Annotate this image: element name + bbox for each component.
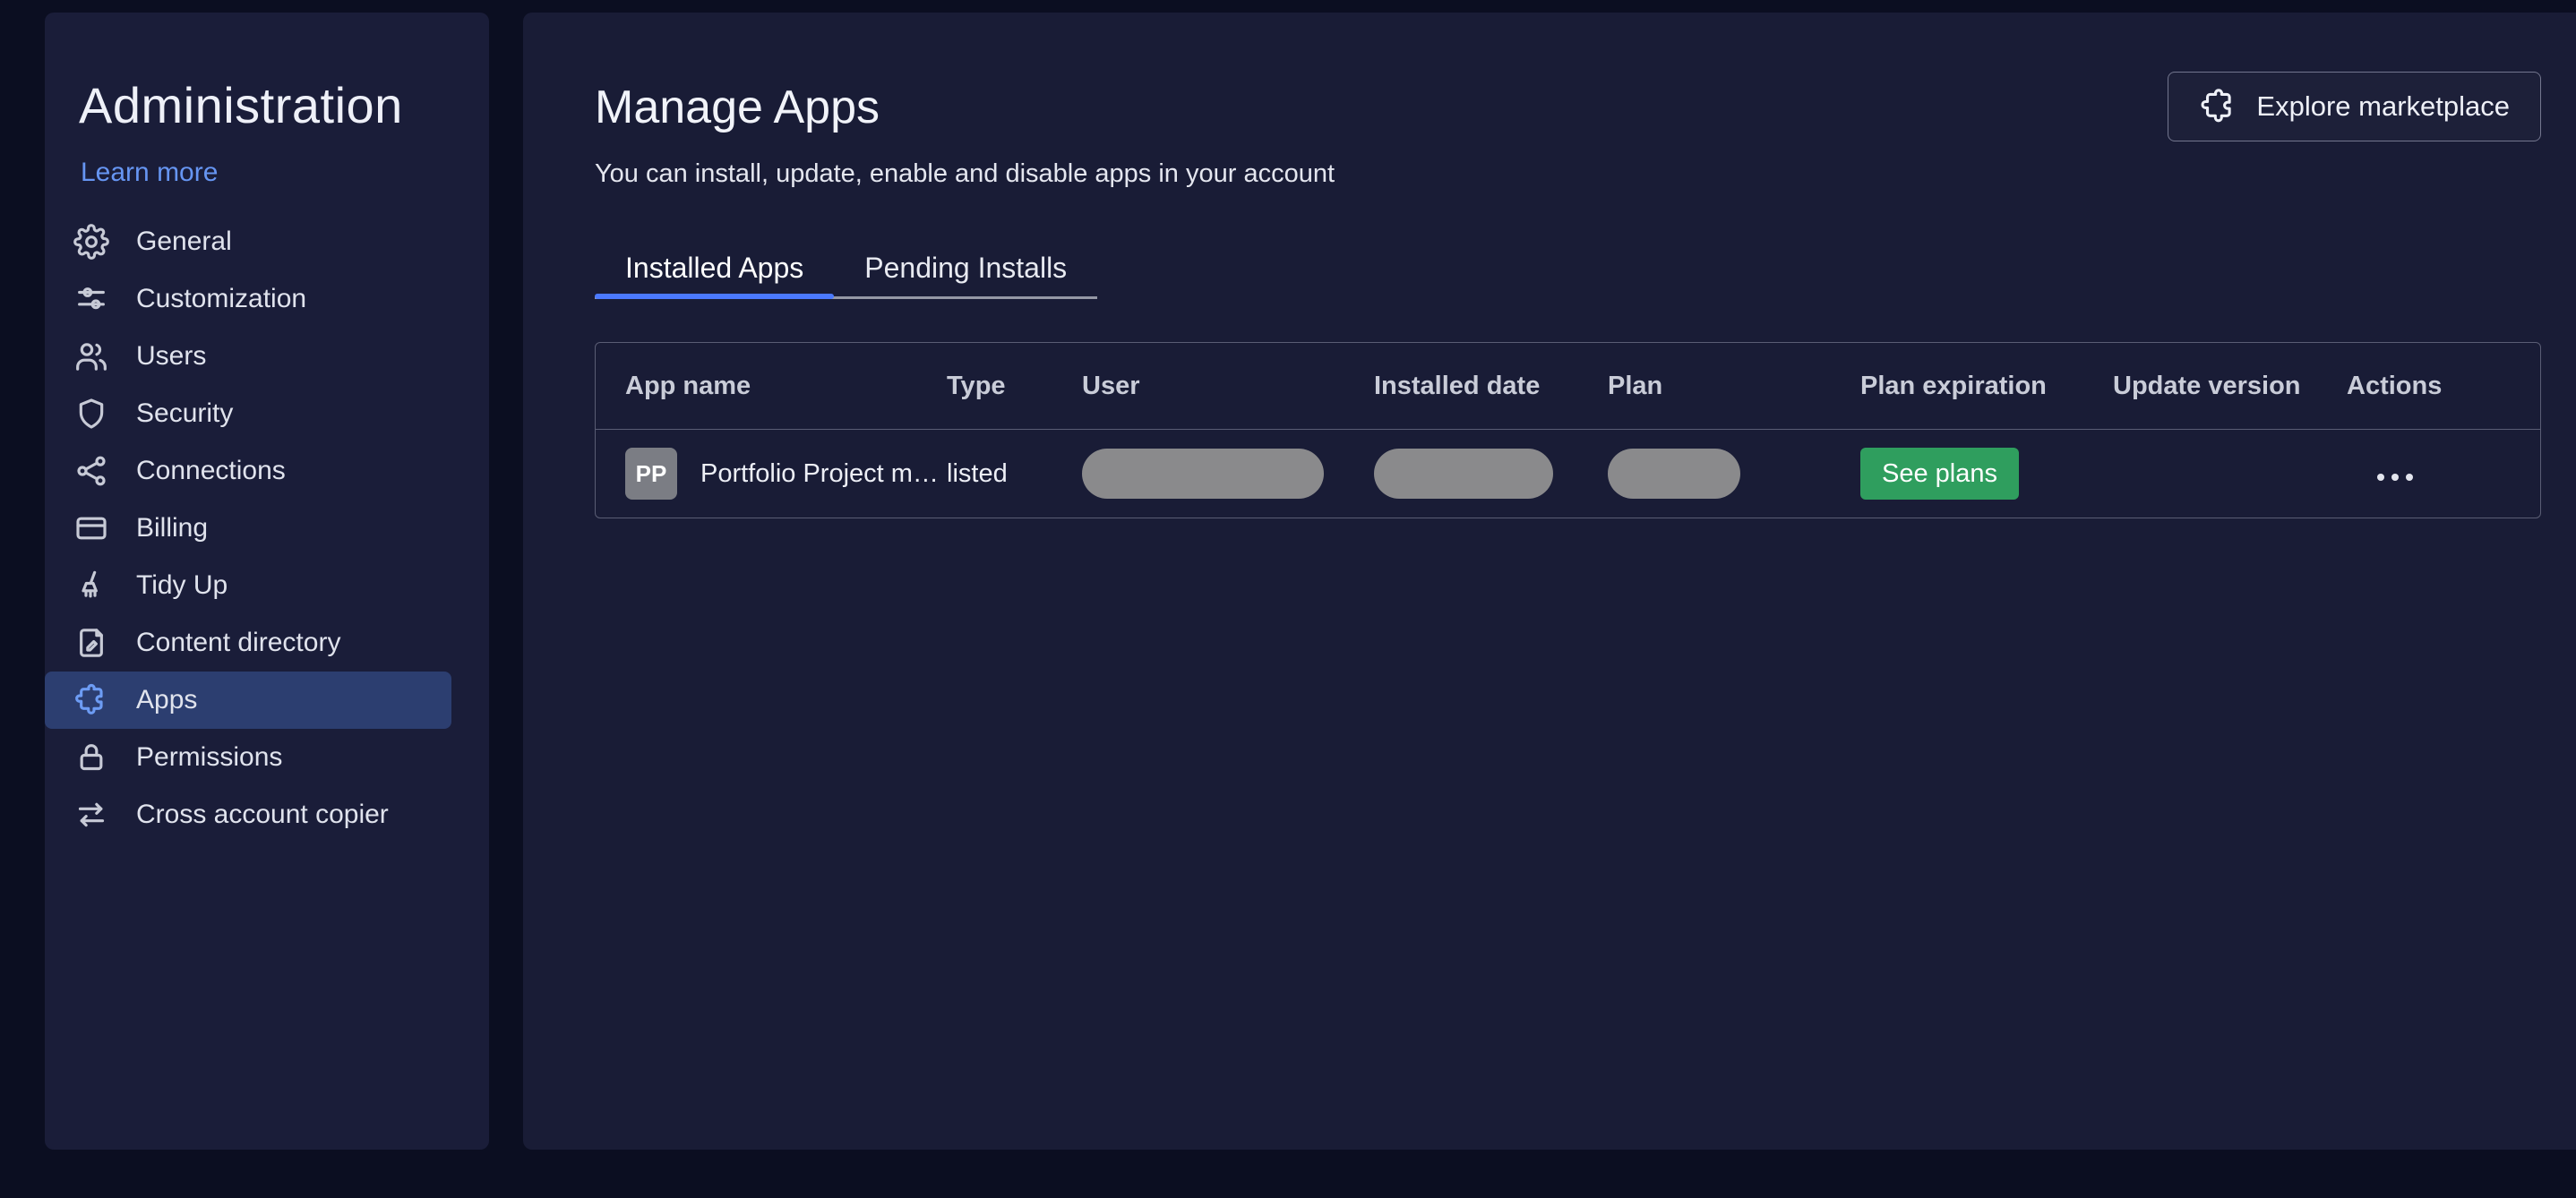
column-header-update-version: Update version (2113, 371, 2301, 400)
sidebar-item-general[interactable]: General (45, 213, 451, 270)
redacted-installed-date-value (1374, 449, 1553, 499)
app-type-cell: listed (947, 458, 1008, 488)
share-nodes-icon (73, 453, 109, 489)
sidebar-item-label: Tidy Up (136, 570, 228, 600)
users-icon (73, 338, 109, 374)
plan-cell (1608, 449, 1860, 499)
sidebar-item-label: General (136, 227, 232, 256)
explore-marketplace-button[interactable]: Explore marketplace (2168, 72, 2541, 141)
broom-icon (73, 568, 109, 603)
column-header-actions: Actions (2347, 371, 2443, 400)
actions-cell (2347, 458, 2540, 490)
transfer-arrows-icon (73, 797, 109, 833)
credit-card-icon (73, 510, 109, 546)
sidebar-item-label: Content directory (136, 628, 341, 657)
manage-apps-panel: Manage Apps You can install, update, ena… (523, 13, 2576, 1150)
app-avatar: PP (625, 448, 677, 500)
column-header-installed-date: Installed date (1374, 371, 1541, 400)
column-header-plan: Plan (1608, 371, 1663, 400)
more-options-icon[interactable] (2368, 465, 2422, 490)
admin-nav: General Customization Users Security Con… (45, 213, 489, 843)
column-header-plan-expiration: Plan expiration (1860, 371, 2047, 400)
app-user-cell (1082, 449, 1374, 499)
shield-icon (73, 396, 109, 432)
app-name-text: Portfolio Project ma… (700, 458, 947, 488)
sidebar-item-permissions[interactable]: Permissions (45, 729, 451, 786)
sidebar-item-label: Cross account copier (136, 800, 389, 829)
document-pencil-icon (73, 625, 109, 661)
learn-more-link[interactable]: Learn more (81, 158, 218, 188)
explore-marketplace-label: Explore marketplace (2256, 90, 2510, 122)
sidebar-item-billing[interactable]: Billing (45, 500, 451, 557)
sidebar-item-connections[interactable]: Connections (45, 442, 451, 500)
sidebar-item-label: Customization (136, 284, 307, 313)
plan-expiration-cell: See plans (1860, 448, 2113, 500)
sidebar-item-label: Users (136, 341, 207, 371)
sidebar-title: Administration (79, 77, 403, 133)
table-row: PP Portfolio Project ma… listed See plan… (596, 430, 2540, 518)
installed-date-cell (1374, 449, 1608, 499)
redacted-plan-value (1608, 449, 1740, 499)
redacted-user-value (1082, 449, 1324, 499)
sliders-icon (73, 281, 109, 317)
admin-sidebar: Administration Learn more General Custom… (45, 13, 489, 1150)
apps-tabs: Installed Apps Pending Installs (595, 239, 1098, 299)
sidebar-item-label: Permissions (136, 742, 283, 772)
lock-icon (73, 740, 109, 775)
tab-installed-apps[interactable]: Installed Apps (595, 239, 835, 299)
sidebar-item-users[interactable]: Users (45, 328, 451, 385)
sidebar-item-customization[interactable]: Customization (45, 270, 451, 328)
admin-apps-page: Administration Learn more General Custom… (0, 0, 2576, 1198)
column-header-user: User (1082, 371, 1140, 400)
sidebar-item-label: Apps (136, 685, 198, 715)
tab-pending-installs[interactable]: Pending Installs (834, 239, 1097, 296)
sidebar-item-label: Security (136, 398, 234, 428)
see-plans-button[interactable]: See plans (1860, 448, 2019, 500)
sidebar-item-apps[interactable]: Apps (45, 672, 451, 729)
sidebar-item-security[interactable]: Security (45, 385, 451, 442)
sidebar-item-label: Billing (136, 513, 209, 543)
puzzle-icon (2199, 87, 2238, 126)
puzzle-icon (73, 682, 109, 718)
gear-icon (73, 224, 109, 260)
sidebar-item-content-directory[interactable]: Content directory (45, 614, 451, 672)
column-header-type: Type (947, 371, 1006, 400)
sidebar-item-label: Connections (136, 456, 286, 485)
column-header-app-name: App name (625, 371, 751, 400)
table-header-row: App name Type User Installed date Plan P… (596, 343, 2540, 430)
page-subtitle: You can install, update, enable and disa… (595, 159, 1335, 188)
sidebar-item-tidy-up[interactable]: Tidy Up (45, 557, 451, 614)
installed-apps-table: App name Type User Installed date Plan P… (595, 342, 2541, 518)
app-name-cell: PP Portfolio Project ma… (596, 448, 947, 500)
sidebar-item-cross-account-copier[interactable]: Cross account copier (45, 786, 451, 843)
